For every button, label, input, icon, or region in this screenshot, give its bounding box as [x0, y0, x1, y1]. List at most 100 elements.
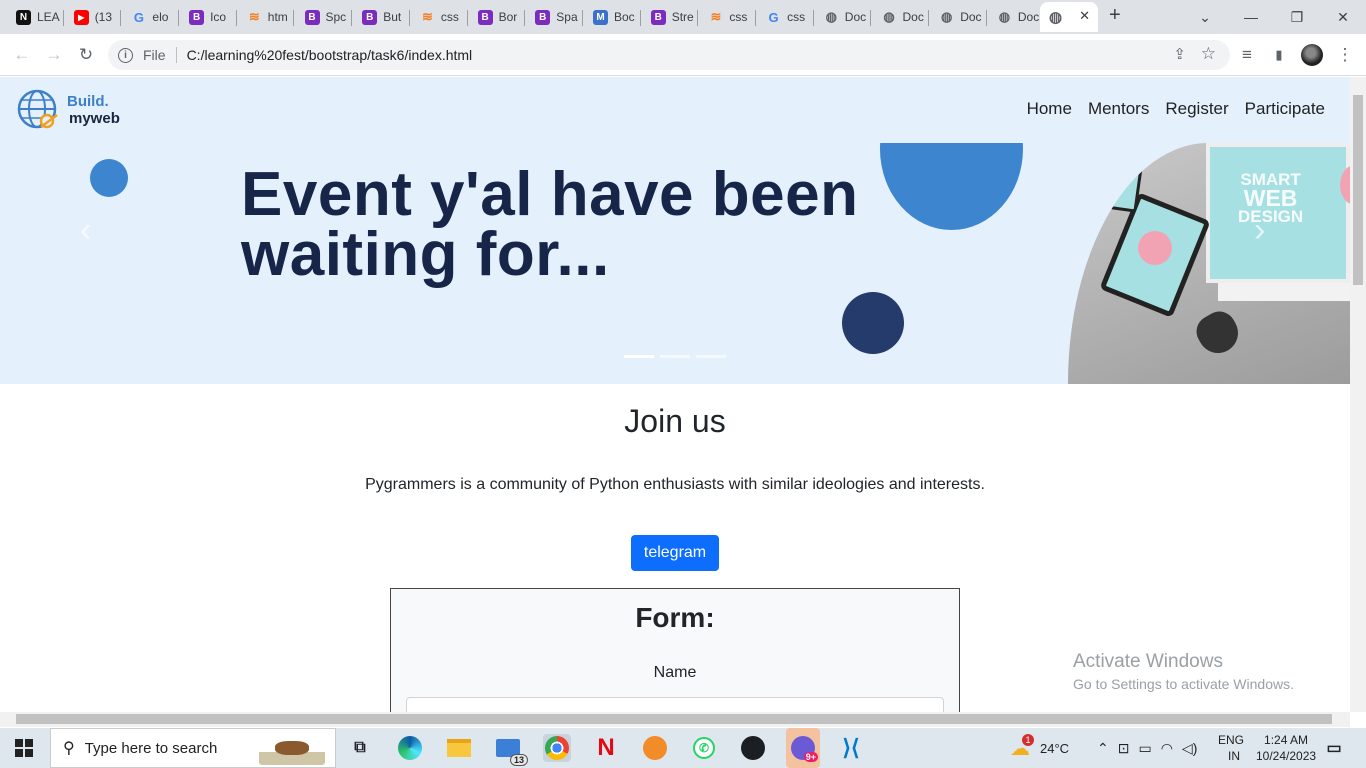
- mdb-icon: M: [593, 9, 608, 25]
- brand-logo[interactable]: Build. myweb: [15, 89, 120, 131]
- nav-mentors[interactable]: Mentors: [1088, 99, 1149, 119]
- carousel-indicator[interactable]: [624, 355, 654, 358]
- name-input[interactable]: [406, 697, 944, 712]
- browser-tab[interactable]: ≋ htm: [239, 2, 295, 32]
- browser-tab[interactable]: ≋ css: [700, 2, 757, 32]
- new-tab-button[interactable]: +: [1109, 4, 1121, 27]
- browser-tab[interactable]: ◍ Doc: [816, 2, 872, 32]
- tab-separator: [524, 10, 526, 26]
- horizontal-scroll-thumb[interactable]: [16, 714, 1332, 724]
- tab-title: But: [383, 10, 402, 24]
- browser-tab[interactable]: ◍ Doc: [874, 2, 930, 32]
- copilot-icon[interactable]: 9+: [786, 728, 820, 768]
- back-button[interactable]: ←: [10, 43, 34, 67]
- share-icon[interactable]: ⇪: [1173, 45, 1186, 63]
- browser-tab[interactable]: N LEA: [8, 2, 64, 32]
- nav-register[interactable]: Register: [1165, 99, 1228, 119]
- close-tab-icon[interactable]: ✕: [1079, 8, 1090, 24]
- telegram-button[interactable]: telegram: [630, 535, 720, 571]
- vertical-scroll-thumb[interactable]: [1353, 95, 1363, 285]
- browser-tab[interactable]: Gcss: [758, 2, 814, 32]
- bootstrap-icon: B: [362, 9, 378, 25]
- app-bird-icon[interactable]: [641, 734, 669, 762]
- browser-tab[interactable]: Gelo: [123, 2, 180, 32]
- close-window-button[interactable]: ✕: [1320, 0, 1366, 34]
- carousel-indicator[interactable]: [660, 355, 690, 358]
- file-explorer-icon[interactable]: [445, 734, 473, 762]
- media-control-icon[interactable]: ≡: [1235, 43, 1259, 67]
- profile-avatar[interactable]: [1300, 43, 1324, 67]
- task-view-icon[interactable]: ⧉: [346, 734, 374, 762]
- chevron-up-icon[interactable]: ⌃: [1097, 740, 1109, 757]
- battery-icon[interactable]: ▭: [1138, 740, 1151, 757]
- chrome-icon[interactable]: [543, 734, 571, 762]
- wifi-icon[interactable]: ◠: [1161, 740, 1173, 757]
- url-text[interactable]: C:/learning%20fest/bootstrap/task6/index…: [187, 47, 473, 63]
- scheme-label: File: [143, 47, 166, 63]
- clock[interactable]: 1:24 AM 10/24/2023: [1256, 728, 1316, 768]
- weather-widget[interactable]: ☁ 1 24°C: [1010, 728, 1069, 768]
- watermark-title: Activate Windows: [1073, 651, 1223, 672]
- name-label: Name: [653, 664, 697, 681]
- tab-title: Doc: [844, 10, 867, 24]
- browser-tab[interactable]: ≋ css: [412, 2, 468, 32]
- tab-title: Stre: [671, 10, 694, 24]
- menu-icon[interactable]: ⋮: [1333, 43, 1357, 67]
- address-bar[interactable]: i File C:/learning%20fest/bootstrap/task…: [108, 40, 1230, 70]
- minimize-button[interactable]: —: [1228, 0, 1274, 34]
- tab-title: css: [787, 10, 806, 24]
- tab-separator: [293, 10, 295, 26]
- decor-half-circle: [880, 143, 1023, 230]
- browser-tab[interactable]: B Stre: [643, 2, 699, 32]
- browser-tab[interactable]: B Ico: [181, 2, 237, 32]
- reload-button[interactable]: ↻: [74, 43, 98, 67]
- tab-search-icon[interactable]: ⌄: [1182, 0, 1228, 34]
- search-highlight-image: [259, 733, 325, 765]
- restore-button[interactable]: ❐: [1274, 0, 1320, 34]
- edge-icon[interactable]: [396, 734, 424, 762]
- github-icon[interactable]: [739, 734, 767, 762]
- clock-time: 1:24 AM: [1264, 733, 1309, 747]
- browser-tab[interactable]: B But: [354, 2, 410, 32]
- browser-tab[interactable]: M Boc: [585, 2, 641, 32]
- tab-title: css: [440, 10, 459, 24]
- browser-tab[interactable]: B Spc: [297, 2, 353, 32]
- netflix-icon[interactable]: N: [592, 734, 620, 762]
- carousel-prev-icon[interactable]: ‹: [80, 211, 91, 250]
- browser-tab[interactable]: ◍ Doc: [931, 2, 987, 32]
- browser-tab[interactable]: B Bor: [470, 2, 526, 32]
- windows-start-icon[interactable]: [10, 734, 38, 762]
- taskbar-search[interactable]: ⚲ Type here to search: [50, 728, 336, 768]
- tab-active[interactable]: ◍ ✕: [1040, 2, 1098, 32]
- tab-separator: [466, 10, 468, 26]
- tab-separator: [62, 10, 64, 26]
- join-section: Join us Pygrammers is a community of Pyt…: [0, 384, 1350, 571]
- carousel-indicator[interactable]: [696, 355, 726, 358]
- bookmark-star-icon[interactable]: ☆: [1201, 44, 1216, 64]
- browser-tab[interactable]: B Spa: [527, 2, 583, 32]
- tab-separator: [812, 10, 814, 26]
- volume-icon[interactable]: ◁): [1182, 740, 1197, 757]
- language-indicator[interactable]: ENG IN: [1218, 728, 1244, 768]
- notification-icon[interactable]: ▭: [1320, 734, 1348, 762]
- meet-icon[interactable]: ⊡: [1118, 740, 1130, 757]
- browser-tab[interactable]: ◍ Doc: [989, 2, 1045, 32]
- nav-participate[interactable]: Participate: [1245, 99, 1325, 119]
- mail-icon[interactable]: 13: [494, 734, 528, 766]
- whatsapp-icon[interactable]: ✆: [690, 734, 718, 762]
- bootstrap-icon: B: [650, 9, 666, 25]
- globe-icon: ◍: [883, 9, 895, 24]
- divider: [175, 47, 177, 63]
- bootstrap-icon: B: [535, 9, 551, 25]
- vscode-icon[interactable]: ⟩⟨: [837, 734, 865, 762]
- forward-button[interactable]: →: [42, 43, 66, 67]
- site-nav: Home Mentors Register Participate: [1027, 99, 1325, 119]
- nav-home[interactable]: Home: [1027, 99, 1072, 119]
- tab-separator: [178, 10, 180, 26]
- join-title: Join us: [624, 403, 726, 439]
- activation-watermark: Activate Windows Go to Settings to activ…: [1073, 651, 1294, 695]
- browser-tab[interactable]: ▶ (13: [66, 2, 122, 32]
- info-icon[interactable]: i: [118, 47, 133, 63]
- side-panel-icon[interactable]: ▮: [1267, 43, 1291, 67]
- carousel-next-icon[interactable]: ›: [1254, 211, 1265, 250]
